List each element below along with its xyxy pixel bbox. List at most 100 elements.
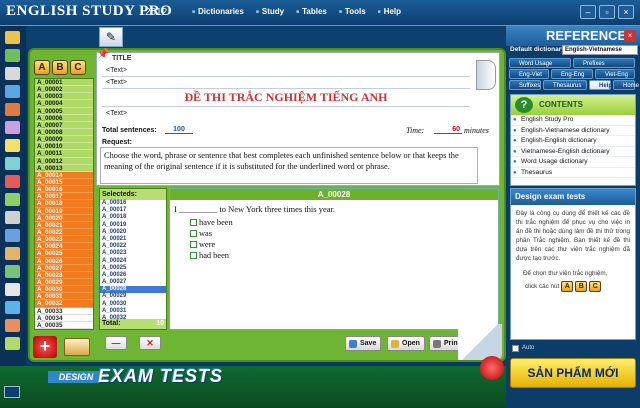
auto-checkbox[interactable] <box>512 344 519 352</box>
tab-word-usage[interactable]: Word Usage <box>509 58 571 68</box>
checkbox[interactable] <box>190 230 197 237</box>
option-2[interactable]: was <box>190 229 212 238</box>
list-item[interactable]: A_00024 <box>100 258 166 265</box>
list-item[interactable]: A_00027 <box>100 279 166 286</box>
tab-prefixes[interactable]: Prefixes <box>573 58 635 68</box>
tab-help[interactable]: Help <box>589 80 612 90</box>
list-item[interactable]: A_00003 <box>35 93 93 101</box>
contents-item-eng-viet[interactable]: English-Vietnamese dictionary <box>511 126 635 136</box>
list-item[interactable]: A_00020 <box>35 214 93 222</box>
list-item[interactable]: A_00023 <box>100 250 166 257</box>
list-item[interactable]: A_00022 <box>35 228 93 237</box>
list-item[interactable]: A_00014 <box>35 171 93 179</box>
option-1[interactable]: have been <box>190 218 233 227</box>
remove-button[interactable]: — <box>105 336 127 350</box>
save-button[interactable]: Save <box>345 336 382 351</box>
list-item[interactable]: A_00032 <box>35 300 93 308</box>
tab-viet-eng[interactable]: Viet-Eng <box>595 69 635 79</box>
list-item[interactable]: A_00008 <box>35 129 93 137</box>
export-tool-icon[interactable] <box>5 319 20 332</box>
list-item[interactable]: A_00022 <box>100 243 166 250</box>
import-tool-icon[interactable] <box>5 337 20 350</box>
status-icon[interactable] <box>4 386 20 398</box>
list-item[interactable]: A_00034 <box>35 314 93 322</box>
list-item[interactable]: A_00009 <box>35 136 93 144</box>
open-book-icon[interactable] <box>64 338 90 356</box>
list-item[interactable]: A_00030 <box>35 286 93 294</box>
search-tool-icon[interactable] <box>5 229 20 242</box>
listening-tool-icon[interactable] <box>5 157 20 170</box>
list-item[interactable]: A_00029 <box>100 293 166 300</box>
game-tool-icon[interactable] <box>5 175 20 188</box>
list-item[interactable]: A_00007 <box>35 122 93 129</box>
checkbox[interactable] <box>190 252 197 259</box>
tab-thesaurus[interactable]: Thesaurus <box>543 80 587 90</box>
list-item[interactable]: A_00019 <box>100 222 166 229</box>
list-item[interactable]: A_00024 <box>35 243 93 251</box>
header-text-field-3[interactable]: <Text> <box>106 110 127 117</box>
menu-tools[interactable]: Tools <box>339 7 366 16</box>
option-3[interactable]: were <box>190 240 215 249</box>
checkbox[interactable] <box>190 219 197 226</box>
reading-tool-icon[interactable] <box>5 193 20 206</box>
tab-home[interactable]: Home <box>613 80 639 90</box>
list-item[interactable]: A_00025 <box>35 250 93 258</box>
add-question-button[interactable]: + <box>33 336 57 358</box>
list-item[interactable]: A_00026 <box>35 257 93 265</box>
list-item[interactable]: A_00005 <box>35 108 93 115</box>
default-dictionary-select[interactable]: English-Vietnamese <box>562 45 638 55</box>
study-tool-icon[interactable] <box>5 49 20 62</box>
list-item[interactable]: A_00018 <box>100 214 166 221</box>
tab-suffixes[interactable]: Suffixes <box>509 80 541 90</box>
list-item[interactable]: A_00015 <box>35 178 93 187</box>
contents-item-eng-eng[interactable]: English-English dictionary <box>511 136 635 147</box>
test-tool-icon[interactable] <box>5 103 20 116</box>
question-id-list[interactable]: A_00001 A_00002 A_00003 A_00004 A_00005 A_000… <box>34 78 94 330</box>
time-field[interactable]: 60 <box>434 126 462 134</box>
contents-item-viet-eng[interactable]: Vietnamese-English dictionary <box>511 147 635 157</box>
header-text-field-2[interactable]: <Text> <box>106 79 127 86</box>
list-item[interactable]: A_00011 <box>35 150 93 158</box>
list-item[interactable]: A_00025 <box>100 265 166 272</box>
menu-help[interactable]: Help <box>378 7 401 16</box>
list-item[interactable]: A_00028 <box>100 286 166 294</box>
list-item[interactable]: A_00031 <box>100 308 166 315</box>
exam-tool-icon[interactable] <box>5 265 20 278</box>
tab-eng-viet[interactable]: Eng-Viet <box>509 69 549 79</box>
list-item[interactable]: A_00036 <box>35 328 93 329</box>
header-text-field-1[interactable]: <Text> <box>106 67 127 74</box>
contents-item-english-study-pro[interactable]: English Study Pro <box>511 115 635 126</box>
list-item[interactable]: A_00021 <box>100 236 166 243</box>
list-item[interactable]: A_00002 <box>35 86 93 94</box>
list-item[interactable]: A_00018 <box>35 200 93 208</box>
references-close-icon[interactable]: × <box>624 30 636 42</box>
list-item[interactable]: A_00010 <box>35 143 93 151</box>
list-item[interactable]: A_00026 <box>100 272 166 279</box>
dictionary-tool-icon[interactable] <box>5 31 20 44</box>
list-item[interactable]: A_00031 <box>35 293 93 301</box>
list-item[interactable]: A_00023 <box>35 236 93 244</box>
table-tool-icon[interactable] <box>5 85 20 98</box>
list-item[interactable]: A_00027 <box>35 264 93 272</box>
list-item[interactable]: A_00016 <box>100 200 166 207</box>
list-item[interactable]: A_00016 <box>35 186 93 194</box>
new-product-button[interactable]: SẢN PHẨM MỚI <box>510 358 636 388</box>
cancel-button[interactable]: ✕ <box>139 336 161 350</box>
filter-a-button[interactable]: A <box>34 60 50 75</box>
list-item[interactable]: A_00006 <box>35 115 93 122</box>
list-item[interactable]: A_00030 <box>100 301 166 308</box>
list-item[interactable]: A_00004 <box>35 100 93 108</box>
exam-design-icon[interactable]: ✎ <box>99 27 123 47</box>
filter-b-button[interactable]: B <box>52 60 68 75</box>
list-item[interactable]: A_00013 <box>35 165 93 172</box>
tab-eng-eng[interactable]: Eng-Eng <box>551 69 593 79</box>
list-item[interactable]: A_00029 <box>35 278 93 287</box>
filter-c-button[interactable]: C <box>70 60 86 75</box>
menu-study[interactable]: Study <box>256 7 284 16</box>
menu-tables[interactable]: Tables <box>296 7 327 16</box>
selected-list[interactable]: A_00016 A_00017 A_00018 A_00019 A_00020 A_000… <box>100 200 166 322</box>
exam-title[interactable]: ĐỀ THI TRẮC NGHIỆM TIẾNG ANH <box>102 90 470 105</box>
list-item[interactable]: A_00017 <box>35 193 93 201</box>
list-item[interactable]: A_00001 <box>35 79 93 87</box>
list-item[interactable]: A_00012 <box>35 158 93 165</box>
